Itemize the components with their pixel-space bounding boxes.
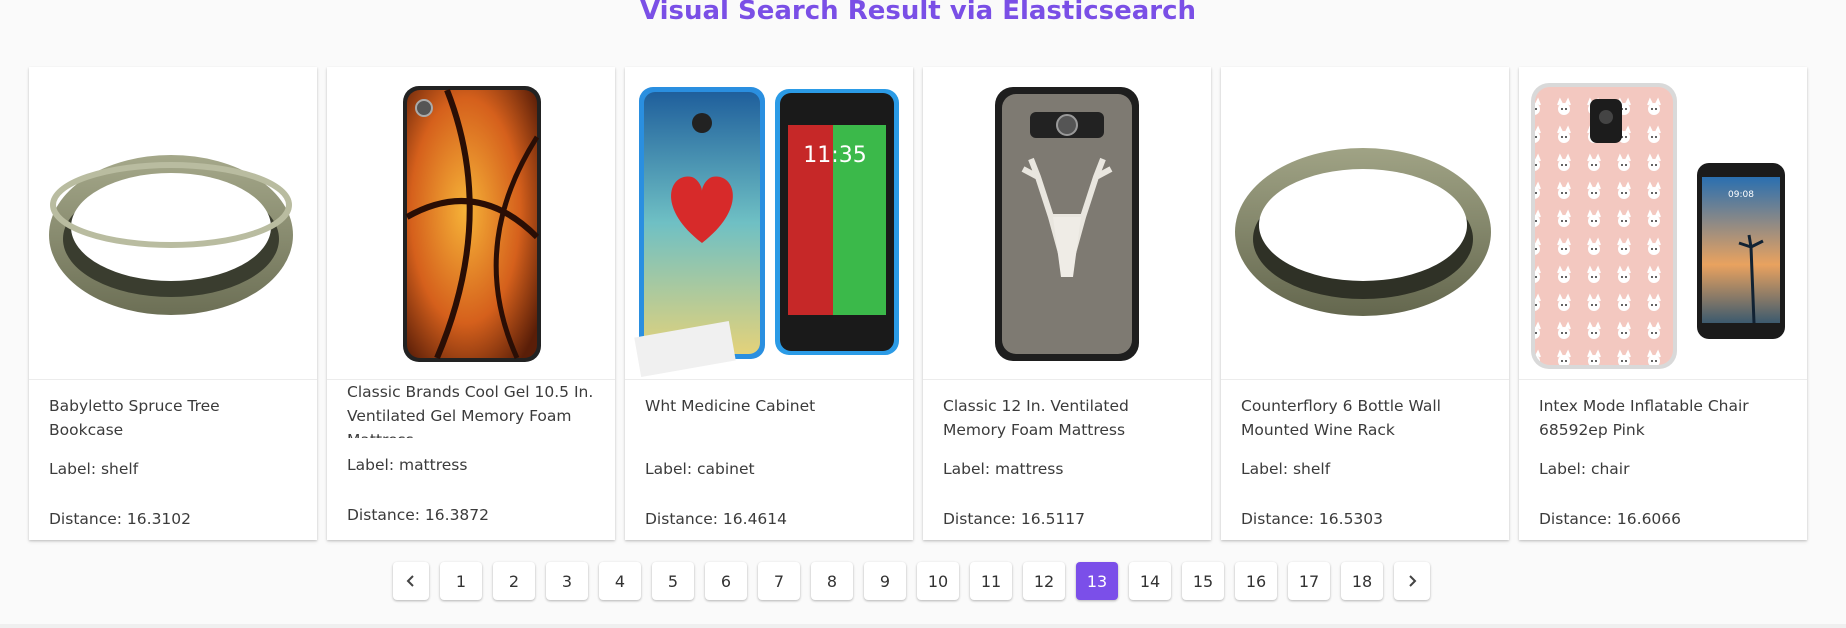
- previous-page-button[interactable]: [393, 562, 429, 600]
- result-card[interactable]: 09:08 Intex Mode Inflatable Chair 68592e…: [1519, 67, 1807, 540]
- product-image: 09:08: [1519, 67, 1807, 380]
- page-button[interactable]: 15: [1182, 562, 1224, 600]
- results-grid: Babyletto Spruce Tree Bookcase Label: sh…: [29, 67, 1807, 540]
- page-button[interactable]: 1: [440, 562, 482, 600]
- result-card[interactable]: Counterflory 6 Bottle Wall Mounted Wine …: [1221, 67, 1509, 540]
- product-label: Label: shelf: [49, 460, 139, 478]
- page-button[interactable]: 7: [758, 562, 800, 600]
- page-button[interactable]: 3: [546, 562, 588, 600]
- basketball-phone-case-image: [403, 86, 541, 362]
- ring-image: [1235, 148, 1491, 316]
- result-card[interactable]: Classic 12 In. Ventilated Memory Foam Ma…: [923, 67, 1211, 540]
- product-name: Classic 12 In. Ventilated Memory Foam Ma…: [943, 397, 1129, 439]
- cat-phone-case-image: 09:08: [1531, 83, 1785, 369]
- heart-phone-case-image: 11:35: [634, 87, 899, 378]
- product-distance: Distance: 16.6066: [1539, 510, 1682, 528]
- page-button[interactable]: 10: [917, 562, 959, 600]
- chevron-left-icon: [406, 575, 414, 587]
- page-button[interactable]: 16: [1235, 562, 1277, 600]
- product-distance: Distance: 16.4614: [645, 510, 788, 528]
- product-distance: Distance: 16.5117: [943, 510, 1086, 528]
- product-distance: Distance: 16.5303: [1241, 510, 1384, 528]
- pagination: 1 2 3 4 5 6 7 8 9 10 11 12 13 14 15 16 1…: [393, 562, 1430, 600]
- next-page-button[interactable]: [1394, 562, 1430, 600]
- page-footer-strip: [0, 624, 1846, 628]
- page-button[interactable]: 4: [599, 562, 641, 600]
- product-distance: Distance: 16.3102: [49, 510, 192, 528]
- product-name: Wht Medicine Cabinet: [645, 397, 816, 415]
- product-image: [327, 67, 615, 380]
- current-page-button[interactable]: 13: [1076, 562, 1118, 600]
- page-button[interactable]: 11: [970, 562, 1012, 600]
- page-button[interactable]: 8: [811, 562, 853, 600]
- page-button[interactable]: 17: [1288, 562, 1330, 600]
- phone-clock: 09:08: [1728, 190, 1754, 200]
- product-label: Label: chair: [1539, 460, 1630, 478]
- page-button[interactable]: 5: [652, 562, 694, 600]
- page-title: Visual Search Result via Elasticsearch: [639, 0, 1197, 26]
- product-distance: Distance: 16.3872: [347, 506, 490, 524]
- product-name: Counterflory 6 Bottle Wall Mounted Wine …: [1241, 397, 1441, 439]
- product-name: Classic Brands Cool Gel 10.5 In. Ventila…: [347, 383, 594, 438]
- result-card[interactable]: 11:35 Wht Medicine Cabinet Label: cabine…: [625, 67, 913, 540]
- result-card[interactable]: Classic Brands Cool Gel 10.5 In. Ventila…: [327, 67, 615, 540]
- product-image: [923, 67, 1211, 380]
- product-image: [1221, 67, 1509, 380]
- product-name: Intex Mode Inflatable Chair 68592ep Pink: [1539, 397, 1749, 439]
- chevron-right-icon: [1409, 575, 1417, 587]
- product-label: Label: mattress: [943, 460, 1064, 478]
- result-card[interactable]: Babyletto Spruce Tree Bookcase Label: sh…: [29, 67, 317, 540]
- product-image: [29, 67, 317, 380]
- product-label: Label: mattress: [347, 456, 468, 474]
- page-button[interactable]: 18: [1341, 562, 1383, 600]
- deer-phone-case-image: [995, 87, 1139, 361]
- product-name: Babyletto Spruce Tree Bookcase: [49, 397, 220, 439]
- product-label: Label: shelf: [1241, 460, 1331, 478]
- product-label: Label: cabinet: [645, 460, 755, 478]
- phone-time: 11:35: [803, 143, 866, 168]
- page-button[interactable]: 14: [1129, 562, 1171, 600]
- page-button[interactable]: 2: [493, 562, 535, 600]
- page-button[interactable]: 9: [864, 562, 906, 600]
- ring-image: [49, 155, 293, 315]
- page-button[interactable]: 12: [1023, 562, 1065, 600]
- page-button[interactable]: 6: [705, 562, 747, 600]
- product-image: 11:35: [625, 67, 913, 380]
